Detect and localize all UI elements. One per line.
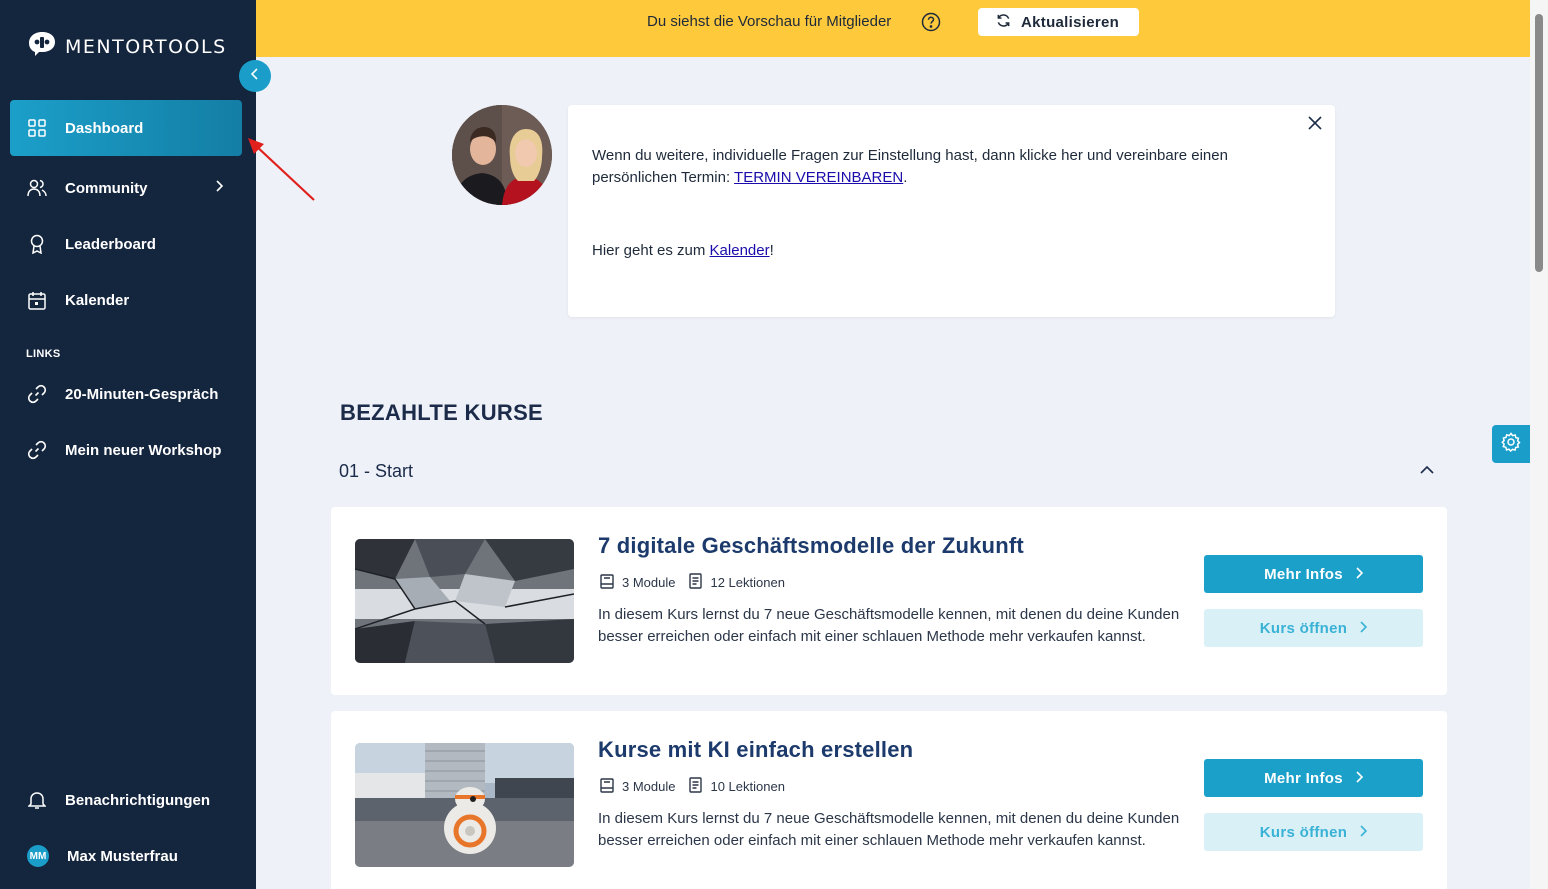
sidebar-collapse-button[interactable] (239, 60, 271, 92)
course-lessons-count: 12 Lektionen (710, 575, 785, 590)
open-course-button[interactable]: Kurs öffnen (1204, 813, 1423, 851)
course-lessons: 12 Lektionen (689, 573, 785, 592)
preview-banner: Du siehst die Vorschau für Mitglieder Ak… (256, 0, 1530, 57)
sidebar-item-label: Benachrichtigungen (65, 791, 211, 809)
course-meta: 3 Module 10 Lektionen (600, 777, 799, 796)
course-modules: 3 Module (600, 777, 676, 796)
course-modules-count: 3 Module (622, 575, 676, 590)
course-thumbnail[interactable] (355, 539, 574, 663)
help-icon[interactable] (921, 12, 941, 37)
sidebar-item-dashboard[interactable]: Dashboard (10, 100, 242, 156)
calendar-icon (27, 290, 47, 310)
course-title[interactable]: 7 digitale Geschäftsmodelle der Zukunft (598, 533, 1024, 559)
sidebar-item-label: Kalender (65, 291, 130, 309)
course-modules: 3 Module (600, 573, 676, 592)
course-title[interactable]: Kurse mit KI einfach erstellen (598, 737, 913, 763)
course-thumbnail[interactable] (355, 743, 574, 867)
refresh-button[interactable]: Aktualisieren (978, 8, 1139, 36)
course-lessons-count: 10 Lektionen (710, 779, 785, 794)
brand-logo[interactable]: MENTORTOOLS (27, 30, 227, 63)
close-icon[interactable] (1307, 115, 1323, 136)
appointment-link[interactable]: TERMIN VEREINBAREN (734, 169, 903, 186)
more-info-button[interactable]: Mehr Infos (1204, 555, 1423, 593)
preview-banner-text: Du siehst die Vorschau für Mitglieder (647, 13, 892, 30)
user-name: Max Musterfrau (67, 847, 178, 865)
sidebar-item-kalender[interactable]: Kalender (10, 272, 242, 328)
sidebar: MENTORTOOLS Dashboard Community Leaderbo… (0, 0, 256, 889)
more-info-label: Mehr Infos (1264, 565, 1343, 583)
course-card: Kurse mit KI einfach erstellen 3 Module … (331, 711, 1447, 889)
grid-icon (27, 118, 47, 138)
sidebar-item-label: Leaderboard (65, 235, 156, 253)
more-info-label: Mehr Infos (1264, 769, 1343, 787)
bell-icon (27, 790, 47, 810)
users-icon (27, 178, 47, 198)
book-icon (600, 573, 614, 592)
info-appointment-label: Wenn du weitere, individuelle Fragen zur… (592, 147, 1228, 186)
link-icon (27, 440, 47, 460)
chevron-right-icon (1355, 770, 1364, 787)
book-icon (600, 777, 614, 796)
sidebar-item-label: Dashboard (65, 119, 144, 137)
sidebar-link-20-minuten-gespraech[interactable]: 20-Minuten-Gespräch (10, 366, 242, 422)
chevron-up-icon[interactable] (1419, 462, 1435, 483)
refresh-icon (996, 13, 1011, 32)
document-icon (689, 573, 703, 592)
sidebar-item-community[interactable]: Community (10, 160, 242, 216)
info-calendar-label: Hier geht es zum (592, 242, 710, 259)
open-course-button[interactable]: Kurs öffnen (1204, 609, 1423, 647)
document-icon (689, 777, 703, 796)
info-calendar-end: ! (769, 242, 774, 259)
section-title: BEZAHLTE KURSE (340, 400, 544, 425)
course-card: 7 digitale Geschäftsmodelle der Zukunft … (331, 507, 1447, 695)
course-description: In diesem Kurs lernst du 7 neue Geschäft… (598, 810, 1180, 849)
scrollbar-thumb[interactable] (1535, 14, 1543, 272)
open-course-label: Kurs öffnen (1259, 823, 1348, 841)
refresh-button-label: Aktualisieren (1021, 13, 1120, 31)
more-info-button[interactable]: Mehr Infos (1204, 759, 1423, 797)
course-modules-count: 3 Module (622, 779, 676, 794)
course-lessons: 10 Lektionen (689, 777, 785, 796)
gear-icon (1501, 431, 1521, 457)
award-icon (27, 234, 47, 254)
chevron-right-icon (1355, 566, 1364, 583)
links-section-label: LINKS (26, 348, 61, 360)
sidebar-link-mein-neuer-workshop[interactable]: Mein neuer Workshop (10, 422, 242, 478)
info-appointment-end: . (903, 169, 908, 186)
sidebar-item-leaderboard[interactable]: Leaderboard (10, 216, 242, 272)
course-group-title: 01 - Start (339, 461, 414, 481)
page-scrollbar[interactable] (1530, 0, 1548, 889)
chevron-right-icon (1359, 824, 1368, 841)
info-appointment-text: Wenn du weitere, individuelle Fragen zur… (592, 145, 1282, 189)
calendar-link[interactable]: Kalender (710, 242, 770, 259)
sidebar-link-label: 20-Minuten-Gespräch (65, 385, 219, 403)
sidebar-item-notifications[interactable]: Benachrichtigungen (10, 772, 242, 828)
host-avatar (452, 105, 552, 205)
info-calendar-text: Hier geht es zum Kalender! (592, 240, 774, 262)
user-avatar: MM (27, 845, 49, 867)
logo-icon (27, 30, 57, 63)
sidebar-user-profile[interactable]: MM Max Musterfrau (10, 828, 242, 884)
sidebar-link-label: Mein neuer Workshop (65, 441, 222, 459)
course-meta: 3 Module 12 Lektionen (600, 573, 799, 592)
info-card: Wenn du weitere, individuelle Fragen zur… (568, 105, 1335, 317)
chevron-right-icon (214, 179, 224, 197)
chevron-left-icon (250, 67, 260, 85)
annotation-arrow (248, 138, 315, 201)
settings-button[interactable] (1492, 425, 1530, 463)
link-icon (27, 384, 47, 404)
brand-name: MENTORTOOLS (65, 35, 227, 58)
chevron-right-icon (1359, 620, 1368, 637)
course-description: In diesem Kurs lernst du 7 neue Geschäft… (598, 606, 1180, 645)
sidebar-item-label: Community (65, 179, 148, 197)
open-course-label: Kurs öffnen (1259, 619, 1348, 637)
